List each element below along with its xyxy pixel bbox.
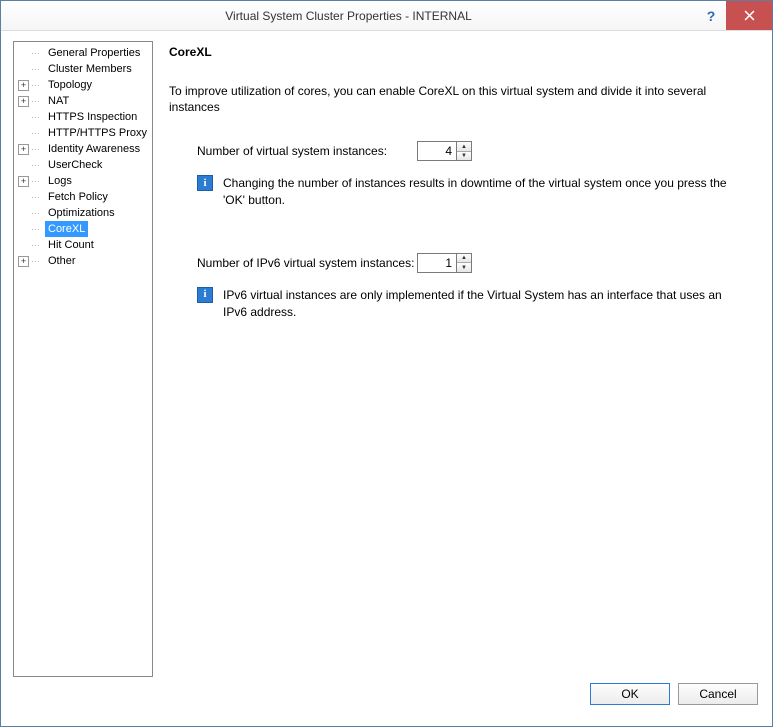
tree-spacer — [18, 112, 29, 123]
sidebar-item-label: Optimizations — [45, 205, 118, 221]
close-icon — [744, 10, 755, 21]
sidebar-tree[interactable]: ⋯General Properties⋯Cluster Members+⋯Top… — [13, 41, 153, 677]
tree-connector: ⋯ — [31, 189, 45, 205]
tree-spacer — [18, 64, 29, 75]
sidebar-item-other[interactable]: +⋯Other — [14, 253, 152, 269]
tree-connector: ⋯ — [31, 93, 45, 109]
sidebar-item-label: Topology — [45, 77, 95, 93]
tree-connector: ⋯ — [31, 205, 45, 221]
sidebar-item-label: Identity Awareness — [45, 141, 143, 157]
sidebar-item-fetch-policy[interactable]: ⋯Fetch Policy — [14, 189, 152, 205]
instances-info-text: Changing the number of instances results… — [223, 175, 746, 209]
info-icon: i — [197, 287, 213, 303]
sidebar-item-label: Logs — [45, 173, 75, 189]
tree-connector: ⋯ — [31, 45, 45, 61]
content-panel: CoreXL To improve utilization of cores, … — [161, 41, 760, 677]
instances-info-row: i Changing the number of instances resul… — [197, 175, 746, 209]
tree-connector: ⋯ — [31, 109, 45, 125]
instances-up-button[interactable]: ▲ — [457, 142, 471, 152]
instances-label: Number of virtual system instances: — [197, 144, 417, 158]
button-bar: OK Cancel — [1, 683, 772, 717]
window-title: Virtual System Cluster Properties - INTE… — [1, 9, 696, 23]
ipv6-info-text: IPv6 virtual instances are only implemen… — [223, 287, 746, 321]
sidebar-item-http-https-proxy[interactable]: ⋯HTTP/HTTPS Proxy — [14, 125, 152, 141]
tree-connector: ⋯ — [31, 237, 45, 253]
sidebar-item-label: UserCheck — [45, 157, 105, 173]
ipv6-info-row: i IPv6 virtual instances are only implem… — [197, 287, 746, 321]
window-controls: ? — [696, 1, 772, 30]
tree-spacer — [18, 192, 29, 203]
tree-spacer — [18, 48, 29, 59]
dialog-body: ⋯General Properties⋯Cluster Members+⋯Top… — [1, 31, 772, 683]
sidebar-item-https-inspection[interactable]: ⋯HTTPS Inspection — [14, 109, 152, 125]
help-button[interactable]: ? — [696, 1, 726, 30]
sidebar-item-label: CoreXL — [45, 221, 88, 237]
sidebar-item-logs[interactable]: +⋯Logs — [14, 173, 152, 189]
sidebar-item-label: Fetch Policy — [45, 189, 111, 205]
ipv6-spinner-buttons: ▲ ▼ — [457, 253, 472, 273]
sidebar-item-nat[interactable]: +⋯NAT — [14, 93, 152, 109]
intro-text: To improve utilization of cores, you can… — [169, 83, 746, 115]
tree-connector: ⋯ — [31, 77, 45, 93]
sidebar-item-cluster-members[interactable]: ⋯Cluster Members — [14, 61, 152, 77]
expand-icon[interactable]: + — [18, 96, 29, 107]
sidebar-item-topology[interactable]: +⋯Topology — [14, 77, 152, 93]
sidebar-item-optimizations[interactable]: ⋯Optimizations — [14, 205, 152, 221]
expand-icon[interactable]: + — [18, 256, 29, 267]
instances-down-button[interactable]: ▼ — [457, 152, 471, 161]
expand-icon[interactable]: + — [18, 144, 29, 155]
ipv6-label: Number of IPv6 virtual system instances: — [197, 256, 417, 270]
info-icon: i — [197, 175, 213, 191]
tree-spacer — [18, 240, 29, 251]
instances-input[interactable] — [417, 141, 457, 161]
tree-spacer — [18, 208, 29, 219]
sidebar-item-general-properties[interactable]: ⋯General Properties — [14, 45, 152, 61]
tree-spacer — [18, 224, 29, 235]
sidebar-item-label: General Properties — [45, 45, 143, 61]
sidebar-item-usercheck[interactable]: ⋯UserCheck — [14, 157, 152, 173]
tree-spacer — [18, 160, 29, 171]
sidebar-item-label: HTTPS Inspection — [45, 109, 140, 125]
cancel-button[interactable]: Cancel — [678, 683, 758, 705]
sidebar-item-label: Other — [45, 253, 79, 269]
ipv6-row: Number of IPv6 virtual system instances:… — [197, 253, 746, 273]
instances-spinner-buttons: ▲ ▼ — [457, 141, 472, 161]
sidebar-item-identity-awareness[interactable]: +⋯Identity Awareness — [14, 141, 152, 157]
tree-connector: ⋯ — [31, 253, 45, 269]
sidebar-item-hit-count[interactable]: ⋯Hit Count — [14, 237, 152, 253]
sidebar-item-label: HTTP/HTTPS Proxy — [45, 125, 150, 141]
titlebar: Virtual System Cluster Properties - INTE… — [1, 1, 772, 31]
page-title: CoreXL — [169, 45, 746, 59]
ipv6-input[interactable] — [417, 253, 457, 273]
ipv6-down-button[interactable]: ▼ — [457, 263, 471, 272]
tree-connector: ⋯ — [31, 61, 45, 77]
ipv6-up-button[interactable]: ▲ — [457, 254, 471, 264]
sidebar-item-corexl[interactable]: ⋯CoreXL — [14, 221, 152, 237]
tree-connector: ⋯ — [31, 125, 45, 141]
expand-icon[interactable]: + — [18, 176, 29, 187]
ipv6-spinner[interactable]: ▲ ▼ — [417, 253, 472, 273]
close-button[interactable] — [726, 1, 772, 30]
sidebar-item-label: NAT — [45, 93, 72, 109]
sidebar-item-label: Hit Count — [45, 237, 97, 253]
expand-icon[interactable]: + — [18, 80, 29, 91]
tree-connector: ⋯ — [31, 157, 45, 173]
tree-spacer — [18, 128, 29, 139]
instances-row: Number of virtual system instances: ▲ ▼ — [197, 141, 746, 161]
ok-button[interactable]: OK — [590, 683, 670, 705]
instances-spinner[interactable]: ▲ ▼ — [417, 141, 472, 161]
sidebar-item-label: Cluster Members — [45, 61, 135, 77]
tree-connector: ⋯ — [31, 173, 45, 189]
tree-connector: ⋯ — [31, 141, 45, 157]
tree-connector: ⋯ — [31, 221, 45, 237]
